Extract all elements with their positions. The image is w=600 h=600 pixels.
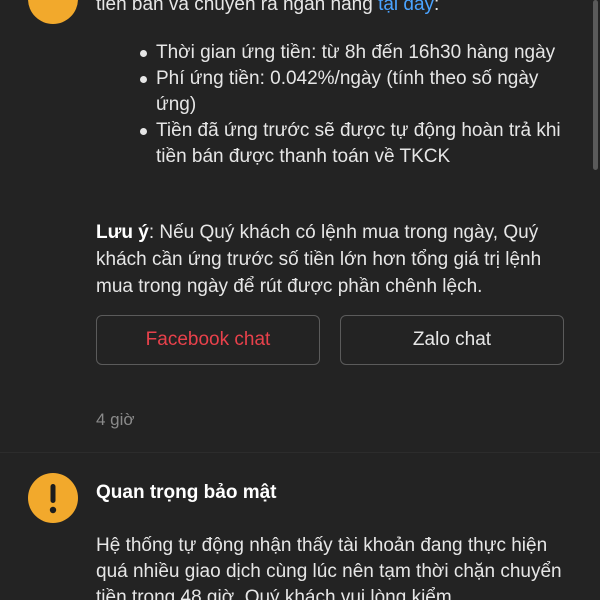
note-paragraph: Lưu ý: Nếu Quý khách có lệnh mua trong n…: [96, 219, 566, 300]
notification-list: tiền bán và chuyển ra ngân hàng tại đây:…: [0, 0, 600, 600]
note-text: : Nếu Quý khách có lệnh mua trong ngày, …: [96, 222, 542, 297]
facebook-chat-button[interactable]: Facebook chat: [96, 315, 320, 365]
message-timestamp: 4 giờ: [96, 410, 135, 429]
exclamation-icon: [49, 484, 57, 514]
message-text: :: [434, 0, 440, 15]
message-text: tiền bán và chuyển ra ngân hàng: [96, 0, 379, 15]
info-bullet-list: Thời gian ứng tiền: từ 8h đến 16h30 hàng…: [96, 40, 566, 170]
message-text-line: tiền bán và chuyển ra ngân hàng tại đây:: [96, 0, 439, 16]
bullet-auto-repay: Tiền đã ứng trước sẽ được tự động hoàn t…: [96, 118, 566, 170]
zalo-chat-button[interactable]: Zalo chat: [340, 315, 564, 365]
bullet-advance-hours: Thời gian ứng tiền: từ 8h đến 16h30 hàng…: [96, 40, 566, 66]
message-body: Hệ thống tự động nhận thấy tài khoản đan…: [96, 535, 562, 600]
here-link[interactable]: tại đây: [378, 0, 434, 15]
scrollbar[interactable]: [593, 0, 598, 170]
message-title: Quan trọng bảo mật: [96, 482, 277, 503]
bullet-advance-fee: Phí ứng tiền: 0.042%/ngày (tính theo số …: [96, 66, 566, 118]
divider: [0, 452, 600, 453]
warning-icon: [28, 473, 78, 523]
note-label: Lưu ý: [96, 222, 149, 243]
warning-icon: [28, 0, 78, 24]
